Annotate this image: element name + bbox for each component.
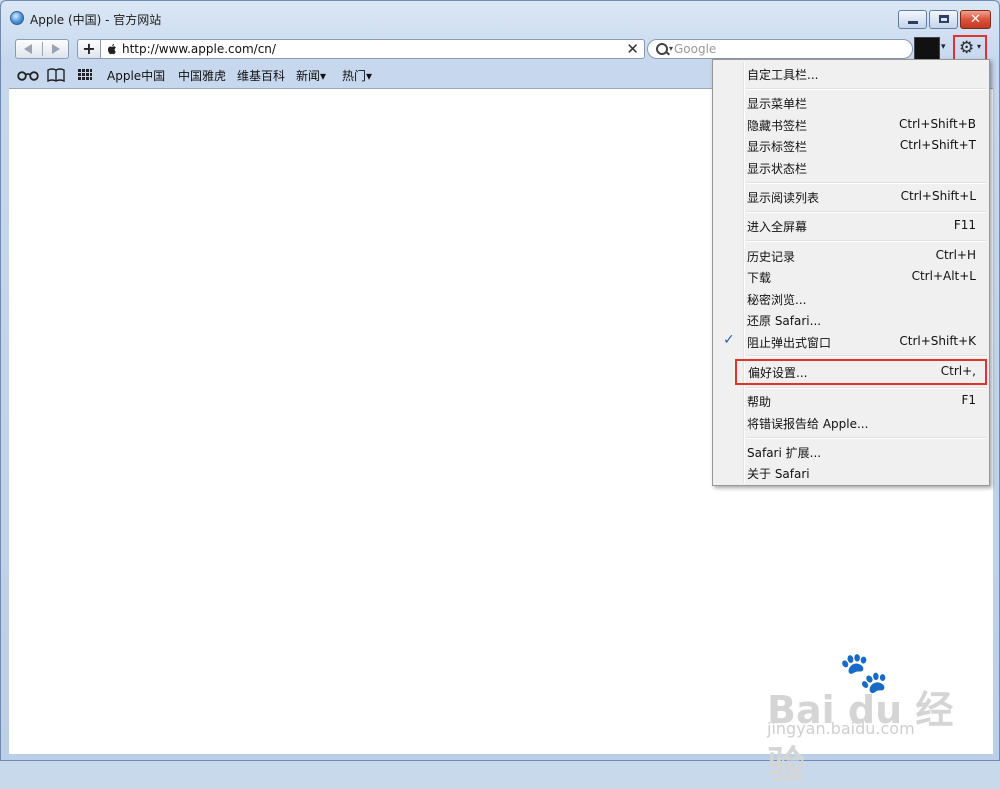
menu-item-shortcut: Ctrl+Shift+B [899, 117, 976, 131]
minimize-button[interactable] [898, 10, 927, 29]
settings-gear-button[interactable]: ⚙ ▾ [953, 35, 987, 61]
menu-item-shortcut: F1 [961, 393, 976, 407]
gear-caret-icon: ▾ [977, 42, 982, 51]
menu-item-label: 隐藏书签栏 [747, 119, 808, 133]
menu-item-show-reading-list[interactable]: 显示阅读列表 Ctrl+Shift+L [715, 186, 987, 207]
close-button[interactable]: ✕ [960, 10, 991, 29]
menu-separator [746, 437, 986, 439]
window-title: Apple (中国) - 官方网站 [30, 13, 162, 27]
menu-item-downloads[interactable]: 下载 Ctrl+Alt+L [715, 266, 987, 287]
menu-item-shortcut: Ctrl+Shift+K [899, 334, 976, 348]
glasses-icon[interactable] [17, 69, 39, 81]
menu-item-label: 历史记录 [747, 250, 796, 264]
open-book-icon[interactable] [47, 68, 65, 82]
bookmark-news-folder[interactable]: 新闻▾ [296, 67, 326, 84]
url-text: http://www.apple.com/cn/ [122, 42, 276, 56]
search-placeholder: Google [674, 42, 717, 56]
checkmark-icon: ✓ [723, 332, 735, 348]
browser-window: Apple (中国) - 官方网站 ✕ + http://www.apple.c… [0, 0, 1000, 787]
menu-item-shortcut: Ctrl+Alt+L [911, 269, 976, 283]
menu-item-enter-fullscreen[interactable]: 进入全屏幕 F11 [715, 215, 987, 236]
menu-item-help[interactable]: 帮助 F1 [715, 390, 987, 411]
back-arrow-icon[interactable] [24, 44, 32, 54]
page-menu-button[interactable] [914, 37, 940, 61]
close-icon: ✕ [970, 12, 981, 27]
page-menu-caret-icon[interactable]: ▾ [941, 42, 946, 52]
bookmark-popular-folder[interactable]: 热门▾ [342, 67, 372, 84]
menu-item-private-browsing[interactable]: 秘密浏览... [715, 288, 987, 309]
menu-item-history[interactable]: 历史记录 Ctrl+H [715, 245, 987, 266]
back-forward-divider [42, 42, 43, 56]
menu-separator [746, 240, 986, 242]
menu-item-label: 显示阅读列表 [747, 191, 820, 205]
settings-dropdown-menu: 自定工具栏... 显示菜单栏 隐藏书签栏 Ctrl+Shift+B 显示标签栏 … [712, 59, 990, 486]
menu-item-preferences[interactable]: 偏好设置... Ctrl+, [735, 359, 987, 385]
back-forward-group [15, 39, 69, 59]
menu-item-label: 将错误报告给 Apple... [747, 417, 869, 431]
title-bar[interactable]: Apple (中国) - 官方网站 ✕ [1, 1, 999, 35]
menu-item-label: 关于 Safari [747, 467, 810, 481]
menu-item-label: 进入全屏幕 [747, 220, 808, 234]
menu-item-shortcut: Ctrl+Shift+L [900, 189, 976, 203]
menu-separator [746, 211, 986, 213]
menu-item-label: 自定工具栏... [747, 68, 819, 82]
bookmark-wikipedia[interactable]: 维基百科 [237, 67, 285, 84]
safari-app-icon [10, 11, 24, 25]
menu-item-shortcut: Ctrl+Shift+T [899, 138, 976, 152]
menu-separator [746, 387, 986, 389]
menu-separator [746, 182, 986, 184]
menu-item-hide-bookmarks-bar[interactable]: 隐藏书签栏 Ctrl+Shift+B [715, 114, 987, 135]
menu-item-show-tab-bar[interactable]: 显示标签栏 Ctrl+Shift+T [715, 135, 987, 156]
address-bar[interactable]: http://www.apple.com/cn/ ✕ [101, 39, 645, 59]
menu-item-label: 显示标签栏 [747, 140, 808, 154]
menu-item-show-menubar[interactable]: 显示菜单栏 [715, 92, 987, 113]
menu-separator [746, 355, 986, 357]
maximize-button[interactable] [929, 10, 958, 29]
menu-item-label: 秘密浏览... [747, 293, 807, 307]
menu-item-label: 下载 [747, 271, 772, 285]
bookmark-yahoo-china[interactable]: 中国雅虎 [178, 67, 226, 84]
clear-url-icon[interactable]: ✕ [626, 40, 639, 58]
menu-item-label: 显示菜单栏 [747, 97, 808, 111]
menu-item-about-safari[interactable]: 关于 Safari [715, 462, 987, 483]
menu-item-shortcut: Ctrl+, [940, 364, 976, 378]
menu-item-label: 偏好设置... [748, 366, 808, 380]
menu-item-show-status-bar[interactable]: 显示状态栏 [715, 157, 987, 178]
menu-item-customize-toolbar[interactable]: 自定工具栏... [715, 63, 987, 84]
menu-separator [746, 88, 986, 90]
gear-icon: ⚙ [959, 38, 975, 58]
add-bookmark-button[interactable]: + [77, 39, 101, 59]
menu-item-reset-safari[interactable]: 还原 Safari... [715, 309, 987, 330]
bookmark-apple-china[interactable]: Apple中国 [107, 67, 165, 84]
minimize-icon [908, 21, 918, 24]
maximize-icon [939, 15, 949, 23]
baidu-watermark: 🐾 Bai du 经验 jingyan.baidu.com [767, 649, 967, 787]
search-icon [656, 43, 668, 55]
watermark-url: jingyan.baidu.com [767, 719, 915, 738]
menu-item-label: 显示状态栏 [747, 162, 808, 176]
menu-item-label: 帮助 [747, 395, 772, 409]
search-input[interactable]: ▾ Google [647, 39, 913, 59]
search-engine-caret-icon[interactable]: ▾ [669, 44, 673, 53]
menu-item-block-popups[interactable]: ✓ 阻止弹出式窗口 Ctrl+Shift+K [715, 331, 987, 352]
menu-item-shortcut: Ctrl+H [935, 248, 976, 262]
menu-item-shortcut: F11 [953, 218, 976, 232]
grid-icon[interactable] [78, 69, 92, 81]
menu-item-label: 阻止弹出式窗口 [747, 336, 832, 350]
forward-arrow-icon[interactable] [52, 44, 60, 54]
menu-item-label: 还原 Safari... [747, 314, 822, 328]
menu-item-report-bugs[interactable]: 将错误报告给 Apple... [715, 412, 987, 433]
menu-item-label: Safari 扩展... [747, 446, 822, 460]
apple-logo-icon [107, 44, 116, 55]
menu-item-safari-extensions[interactable]: Safari 扩展... [715, 441, 987, 462]
